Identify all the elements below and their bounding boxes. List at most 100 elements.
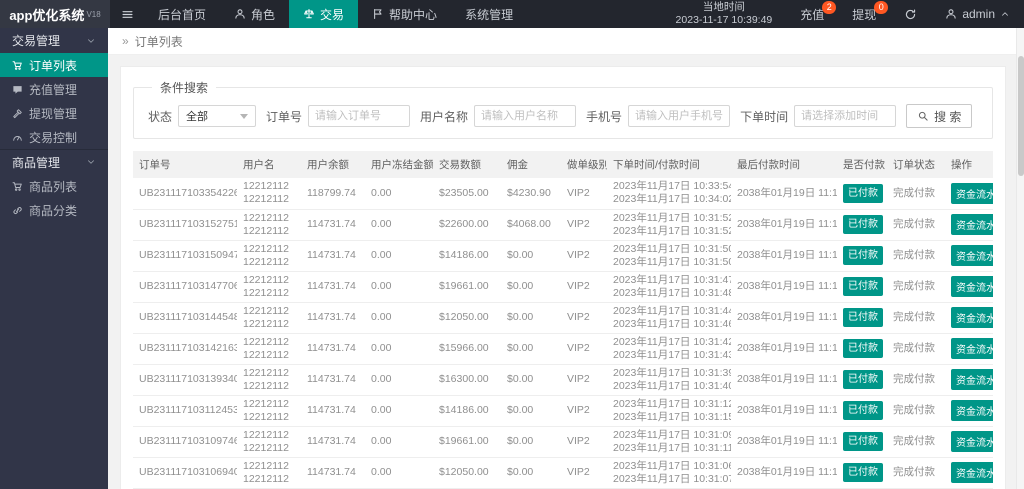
- col-last-pay-time: 最后付款时间: [731, 151, 837, 178]
- status-select[interactable]: 全部: [178, 105, 257, 127]
- fund-flow-button[interactable]: 资金流水: [951, 400, 993, 421]
- nav-item-roles[interactable]: 角色: [220, 0, 289, 28]
- fund-flow-button[interactable]: 资金流水: [951, 369, 993, 390]
- cell-level: VIP2: [561, 333, 607, 365]
- paid-badge: 已付款: [843, 463, 883, 482]
- cell-order-no: UB2311171031069407: [133, 457, 237, 489]
- refresh-icon: [904, 8, 917, 21]
- order-time-input[interactable]: [794, 105, 897, 127]
- gauge-icon: [12, 132, 23, 143]
- admin-menu[interactable]: admin: [931, 0, 1024, 28]
- vertical-scrollbar[interactable]: [1016, 28, 1024, 489]
- sidebar-item-product-list[interactable]: 商品列表: [0, 174, 108, 198]
- cell-frozen-amount: 0.00: [365, 178, 433, 210]
- fund-flow-button[interactable]: 资金流水: [951, 462, 993, 483]
- recharge-count-badge: 2: [822, 1, 837, 14]
- cell-order-pay-time: 2023年11月17日 10:33:54 2023年11月17日 10:34:02: [607, 178, 731, 210]
- nav-item-home[interactable]: 后台首页: [144, 0, 220, 28]
- link-icon: [12, 205, 23, 216]
- fund-flow-button[interactable]: 资金流水: [951, 276, 993, 297]
- scrollbar-thumb[interactable]: [1018, 56, 1024, 176]
- table-row: UB2311171031445488 12212112 12212112 114731…: [133, 302, 993, 334]
- main-area: » 订单列表 条件搜索 状态 全部 订单号 用户名称 手机号: [108, 28, 1024, 489]
- cell-trade-amount: $15966.00: [433, 333, 501, 365]
- cell-commission: $0.00: [501, 333, 561, 365]
- cell-user-balance: 114731.74: [301, 209, 365, 241]
- app-version: V18: [86, 9, 101, 19]
- cell-order-no: UB2311171031421638: [133, 333, 237, 365]
- sidebar-item-order-list[interactable]: 订单列表: [0, 53, 108, 77]
- recharge-button[interactable]: 充值 2: [786, 0, 838, 28]
- order-no-input[interactable]: [308, 105, 411, 127]
- sidebar-group-product-management[interactable]: 商品管理: [0, 149, 108, 174]
- table-header-row: 订单号 用户名 用户余额 用户冻结金额 交易数额 佣金 做单级别 下单时间/付款…: [133, 151, 993, 178]
- sidebar-item-product-category[interactable]: 商品分类: [0, 198, 108, 222]
- orders-table: 订单号 用户名 用户余额 用户冻结金额 交易数额 佣金 做单级别 下单时间/付款…: [133, 151, 993, 489]
- paid-badge: 已付款: [843, 308, 883, 327]
- cell-level: VIP2: [561, 457, 607, 489]
- col-user-name: 用户名: [237, 151, 301, 178]
- sidebar-item-label: 交易控制: [29, 130, 78, 145]
- app-title: app优化系统: [9, 7, 85, 23]
- sidebar-group-trade-management[interactable]: 交易管理: [0, 28, 108, 53]
- cell-commission: $4068.00: [501, 209, 561, 241]
- cell-paid: 已付款: [837, 364, 887, 396]
- cell-commission: $0.00: [501, 426, 561, 458]
- cell-user-name: 1221211212212112: [237, 333, 301, 365]
- admin-username: admin: [962, 7, 995, 21]
- sidebar-group-label: 交易管理: [12, 34, 61, 48]
- fund-flow-button[interactable]: 资金流水: [951, 338, 993, 359]
- cell-paid: 已付款: [837, 240, 887, 272]
- user-name-input[interactable]: [474, 105, 577, 127]
- local-time-label: 当地时间: [702, 1, 745, 13]
- cell-user-balance: 118799.74: [301, 178, 365, 210]
- cell-order-pay-time: 2023年11月17日 10:31:09 2023年11月17日 10:31:11: [607, 426, 731, 458]
- cell-order-pay-time: 2023年11月17日 10:31:42 2023年11月17日 10:31:43: [607, 333, 731, 365]
- cell-actions: 资金流水: [945, 364, 993, 396]
- refresh-button[interactable]: [890, 0, 931, 28]
- fund-flow-button[interactable]: 资金流水: [951, 245, 993, 266]
- col-paid: 是否付款: [837, 151, 887, 178]
- cell-frozen-amount: 0.00: [365, 302, 433, 334]
- sidebar-item-label: 充值管理: [29, 82, 78, 97]
- cell-trade-amount: $19661.00: [433, 271, 501, 303]
- sidebar-item-trade-control[interactable]: 交易控制: [0, 125, 108, 149]
- sidebar-item-label: 商品列表: [29, 179, 78, 194]
- col-order-status: 订单状态: [887, 151, 945, 178]
- cell-commission: $0.00: [501, 302, 561, 334]
- cell-actions: 资金流水: [945, 426, 993, 458]
- cell-actions: 资金流水: [945, 209, 993, 241]
- withdraw-button[interactable]: 提现 0: [838, 0, 890, 28]
- col-order-pay-time: 下单时间/付款时间: [607, 151, 731, 178]
- orders-card: 条件搜索 状态 全部 订单号 用户名称 手机号 下单时间: [120, 66, 1006, 489]
- nav-item-system[interactable]: 系统管理: [451, 0, 527, 28]
- fund-flow-button[interactable]: 资金流水: [951, 182, 993, 204]
- sidebar-item-recharge-management[interactable]: 充值管理: [0, 77, 108, 101]
- cell-level: VIP2: [561, 178, 607, 210]
- cell-user-balance: 114731.74: [301, 333, 365, 365]
- cell-user-name: 1221211212212112: [237, 271, 301, 303]
- cell-order-pay-time: 2023年11月17日 10:31:39 2023年11月17日 10:31:40: [607, 364, 731, 396]
- fund-flow-button[interactable]: 资金流水: [951, 307, 993, 328]
- user-name-label: 用户名称: [420, 109, 469, 124]
- cell-order-pay-time: 2023年11月17日 10:31:44 2023年11月17日 10:31:46: [607, 302, 731, 334]
- nav-item-trade[interactable]: 交易: [289, 0, 359, 28]
- table-row: UB2311171031393408 12212112 12212112 114731…: [133, 364, 993, 396]
- cell-last-pay-time: 2038年01月19日 11:14:07: [731, 333, 837, 365]
- cell-order-no: UB2311171031393408: [133, 364, 237, 396]
- cell-user-name: 1221211212212112: [237, 240, 301, 272]
- menu-toggle-button[interactable]: [110, 0, 144, 28]
- search-button[interactable]: 搜 索: [906, 104, 973, 128]
- fund-flow-button[interactable]: 资金流水: [951, 431, 993, 452]
- fund-flow-button[interactable]: 资金流水: [951, 214, 993, 235]
- nav-item-help-center[interactable]: 帮助中心: [358, 0, 451, 28]
- col-order-no: 订单号: [133, 151, 237, 178]
- flag-icon: [372, 8, 384, 20]
- cell-commission: $0.00: [501, 364, 561, 396]
- sidebar-item-withdraw-management[interactable]: 提现管理: [0, 101, 108, 125]
- sidebar-item-label: 订单列表: [29, 58, 78, 73]
- cell-frozen-amount: 0.00: [365, 209, 433, 241]
- phone-input[interactable]: [628, 105, 731, 127]
- search-fieldset: 条件搜索 状态 全部 订单号 用户名称 手机号 下单时间: [133, 79, 993, 139]
- cell-order-status: 完成付款: [887, 240, 945, 272]
